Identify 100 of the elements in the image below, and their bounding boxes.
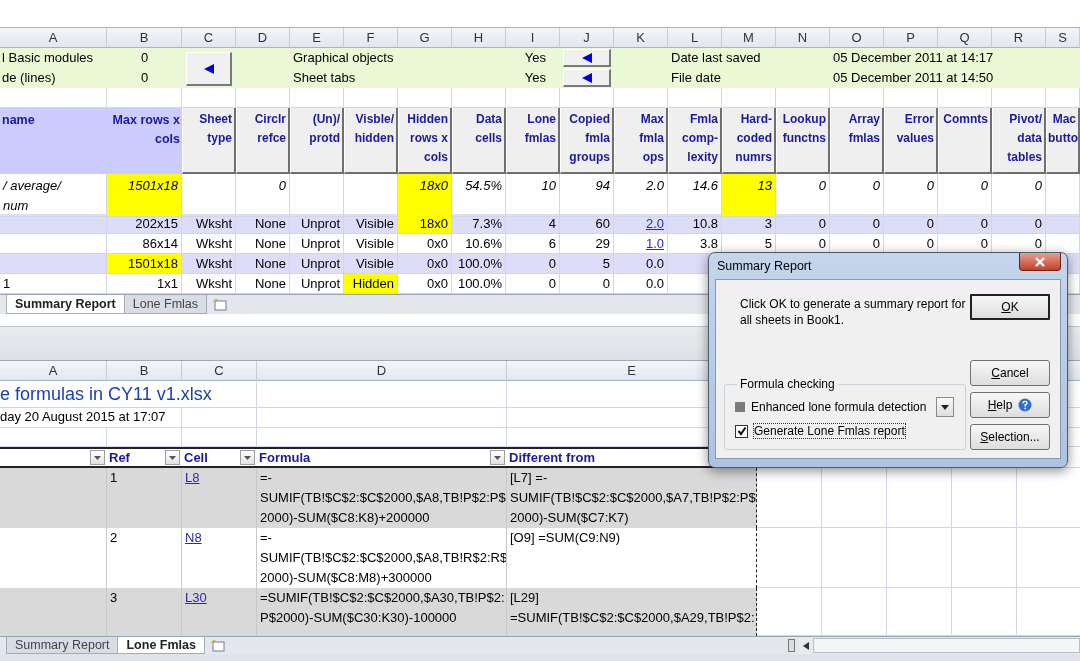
column-heading-button[interactable]: (Un)/ protd bbox=[290, 108, 344, 174]
sheet-tab[interactable]: Lone Fmlas bbox=[123, 295, 208, 314]
cell-link[interactable]: L8 bbox=[185, 470, 200, 485]
filter-dropdown-button[interactable] bbox=[165, 450, 180, 465]
dialog-button[interactable]: OK bbox=[970, 294, 1050, 320]
column-heading-button[interactable]: Comnts bbox=[938, 108, 992, 174]
table-cell: 0 bbox=[776, 214, 830, 234]
column-heading-button[interactable]: Circlr refce bbox=[236, 108, 290, 174]
table-cell: 18x0 bbox=[398, 214, 452, 234]
column-heading: Cell bbox=[184, 450, 209, 465]
table-cell: 0 bbox=[830, 214, 884, 234]
column-heading-button[interactable]: Sheet type bbox=[182, 108, 236, 174]
cell-link[interactable]: 2.0 bbox=[614, 214, 668, 234]
table-cell: 3 bbox=[722, 214, 776, 234]
table-cell: 0 bbox=[506, 254, 560, 274]
column-heading: Max rows x cols bbox=[107, 108, 182, 174]
dialog-button[interactable]: Selection... bbox=[970, 424, 1050, 450]
column-heading-button[interactable]: Visble/ hidden bbox=[344, 108, 398, 174]
left-triangle-icon bbox=[580, 71, 593, 84]
left-triangle-icon bbox=[580, 51, 593, 64]
table-cell: 1 bbox=[107, 468, 182, 528]
column-heading: Formula bbox=[259, 450, 312, 465]
empty-cell bbox=[757, 528, 822, 588]
column-heading-button[interactable]: Fmla comp-lexity bbox=[668, 108, 722, 174]
caret-icon bbox=[494, 455, 501, 460]
table-cell: Wksht bbox=[182, 254, 236, 274]
caret-icon bbox=[244, 455, 251, 460]
left-triangle-icon bbox=[803, 641, 809, 650]
sheet-tab[interactable]: Summary Report bbox=[6, 637, 119, 654]
table-cell: 100.0% bbox=[452, 254, 506, 274]
arrow-button[interactable] bbox=[563, 69, 611, 87]
table-cell: 7.3% bbox=[452, 214, 506, 234]
column-header[interactable]: A bbox=[0, 361, 107, 381]
column-heading-button[interactable]: Lone fmlas bbox=[506, 108, 560, 174]
table-cell: 3 bbox=[107, 588, 182, 636]
info-label: Sheet tabs bbox=[292, 69, 357, 87]
dialog-title: Summary Report bbox=[717, 259, 812, 273]
column-header[interactable]: B bbox=[107, 361, 182, 381]
empty-cell bbox=[822, 528, 887, 588]
caret-icon bbox=[169, 455, 176, 460]
column-heading-button[interactable]: Mac butto bbox=[1046, 108, 1080, 174]
dropdown-button[interactable] bbox=[936, 397, 955, 417]
checkbox-label[interactable]: Generate Lone Fmlas report bbox=[754, 424, 905, 438]
close-icon bbox=[1034, 256, 1046, 267]
info-label: File date bbox=[670, 69, 722, 87]
column-heading-button[interactable]: Error values bbox=[884, 108, 938, 174]
table-cell: 10.8 bbox=[668, 214, 722, 234]
left-triangle-icon bbox=[202, 62, 215, 75]
cell-link[interactable]: N8 bbox=[185, 530, 202, 545]
checkbox[interactable] bbox=[735, 424, 748, 438]
column-heading-button[interactable]: Lookup functns bbox=[776, 108, 830, 174]
table-cell: 5 bbox=[560, 254, 614, 274]
table-cell: 0 bbox=[884, 214, 938, 234]
filter-dropdown-button[interactable] bbox=[490, 450, 505, 465]
column-heading-button[interactable]: Copied fmla groups bbox=[560, 108, 614, 174]
info-label: de (lines) bbox=[1, 69, 57, 87]
column-heading-button[interactable]: Pivot/ data tables bbox=[992, 108, 1046, 174]
split-handle[interactable] bbox=[788, 639, 795, 652]
sheet-tab[interactable]: Summary Report bbox=[6, 295, 125, 314]
report-title: e formulas in CY11 v1.xlsx bbox=[0, 381, 257, 408]
column-header[interactable]: C bbox=[182, 361, 257, 381]
table-cell: [L7] =- SUMIF(TB!$C$2:$C$2000,$A7,TB!P$2:P$ 2000)-SUM($C7:K7) bbox=[507, 468, 757, 528]
column-heading-button[interactable]: Max fmla ops bbox=[614, 108, 668, 174]
table-cell: Wksht bbox=[182, 214, 236, 234]
table-cell: 18x0 bbox=[398, 174, 452, 217]
table-cell: 4 bbox=[506, 214, 560, 234]
table-cell: 0 bbox=[992, 214, 1046, 234]
column-heading: Different from bbox=[509, 450, 596, 465]
table-cell: Unprot bbox=[290, 254, 344, 274]
info-value: 0 bbox=[139, 49, 150, 67]
table-cell: [L29] =SUMIF(TB!$C$2:$C$2000,$A29,TB!P$2: bbox=[507, 588, 757, 636]
column-header[interactable]: D bbox=[257, 361, 507, 381]
table-cell: None bbox=[236, 254, 290, 274]
table-cell: Hidden bbox=[344, 274, 398, 294]
sheet-tab[interactable]: Lone Fmlas bbox=[117, 637, 205, 654]
close-button[interactable] bbox=[1019, 253, 1061, 271]
info-label: Date last saved bbox=[670, 49, 762, 67]
info-label: l Basic modules bbox=[1, 49, 95, 67]
info-label: Graphical objects bbox=[292, 49, 395, 67]
column-heading-button[interactable]: Array fmlas bbox=[830, 108, 884, 174]
column-heading-button[interactable]: Hidden rows x cols bbox=[398, 108, 452, 174]
table-cell: 1501x18 bbox=[107, 174, 182, 217]
column-heading-button[interactable]: Data cells bbox=[452, 108, 506, 174]
column-heading: name bbox=[0, 108, 107, 174]
cell-link[interactable]: L30 bbox=[185, 590, 207, 605]
formula-cell: =- SUMIF(TB!$C$2:$C$2000,$A8,TB!P$2:P$ 2000)-SUM($C8:K8)+200000 bbox=[257, 468, 507, 528]
column-heading-button[interactable]: Hard-coded numrs bbox=[722, 108, 776, 174]
help-icon bbox=[1018, 398, 1033, 412]
column-heading: Ref bbox=[109, 450, 131, 465]
scroll-left-button[interactable] bbox=[799, 637, 813, 654]
dialog-button[interactable]: Cancel bbox=[970, 360, 1050, 386]
filter-dropdown-button[interactable] bbox=[240, 450, 255, 465]
empty-cell bbox=[952, 528, 1017, 588]
filter-dropdown-button[interactable] bbox=[90, 450, 105, 465]
info-value: 05 December 2011 at 14:50 bbox=[832, 69, 995, 87]
table-cell: 0 bbox=[938, 214, 992, 234]
formula-cell: =SUMIF(TB!$C$2:$C$2000,$A30,TB!P$2: P$2000)-SUM($C30:K30)-100000 bbox=[257, 588, 507, 636]
arrow-button[interactable] bbox=[186, 52, 232, 86]
dialog-button[interactable]: Help bbox=[970, 392, 1050, 418]
arrow-button[interactable] bbox=[563, 49, 611, 67]
